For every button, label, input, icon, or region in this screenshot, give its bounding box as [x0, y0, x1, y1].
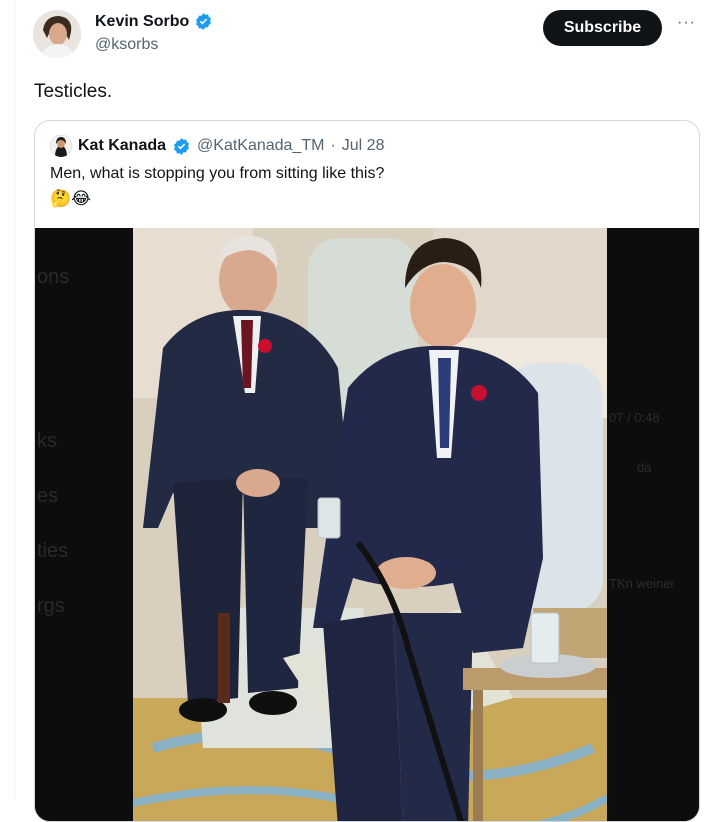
seated-men-photo: [133, 228, 607, 821]
quoted-author-handle[interactable]: @KatKanada_TM: [197, 137, 324, 155]
background-text-fragment: ons: [37, 266, 70, 288]
subscribe-button[interactable]: Subscribe: [543, 10, 662, 46]
verified-badge-icon: [174, 137, 189, 155]
background-text-fragment: ks: [37, 430, 57, 452]
background-text-fragment: TKn weiner: [609, 576, 675, 591]
background-text-fragment: rgs: [37, 595, 65, 617]
background-text-fragment: 07 / 0:48: [609, 410, 660, 425]
quoted-tweet-media[interactable]: ons ks es ties rgs 07 / 0:48 da TKn wein…: [35, 228, 699, 821]
background-text-fragment: da: [637, 460, 652, 475]
timeline-divider: [14, 0, 15, 800]
more-options-icon[interactable]: ···: [677, 14, 696, 32]
quoted-tweet-date[interactable]: Jul 28: [342, 137, 385, 155]
quoted-author-avatar[interactable]: [50, 135, 72, 157]
tweet-text: Testicles.: [34, 81, 113, 102]
quoted-tweet-text: Men, what is stopping you from sitting l…: [50, 165, 385, 182]
quoted-tweet-header: Kat Kanada @KatKanada_TM · Jul 28: [50, 135, 384, 157]
quoted-tweet-emojis: 🤔😂: [50, 189, 92, 208]
profile-photo-icon: [50, 135, 72, 157]
blurred-background-right: 07 / 0:48 da TKn weiner: [607, 228, 699, 821]
author-name-row: Kevin Sorbo: [95, 12, 213, 31]
author-avatar[interactable]: [33, 10, 81, 58]
verified-badge-icon: [196, 13, 212, 30]
meta-separator: ·: [330, 137, 336, 154]
author-handle[interactable]: @ksorbs: [95, 36, 158, 54]
background-text-fragment: es: [37, 485, 59, 507]
quoted-tweet-card[interactable]: Kat Kanada @KatKanada_TM · Jul 28 Men, w…: [34, 120, 700, 822]
author-name[interactable]: Kevin Sorbo: [95, 13, 189, 31]
quoted-author-name[interactable]: Kat Kanada: [78, 137, 166, 155]
background-text-fragment: ties: [37, 540, 69, 562]
blurred-background-left: ons ks es ties rgs: [35, 228, 133, 821]
profile-photo-icon: [33, 10, 81, 58]
